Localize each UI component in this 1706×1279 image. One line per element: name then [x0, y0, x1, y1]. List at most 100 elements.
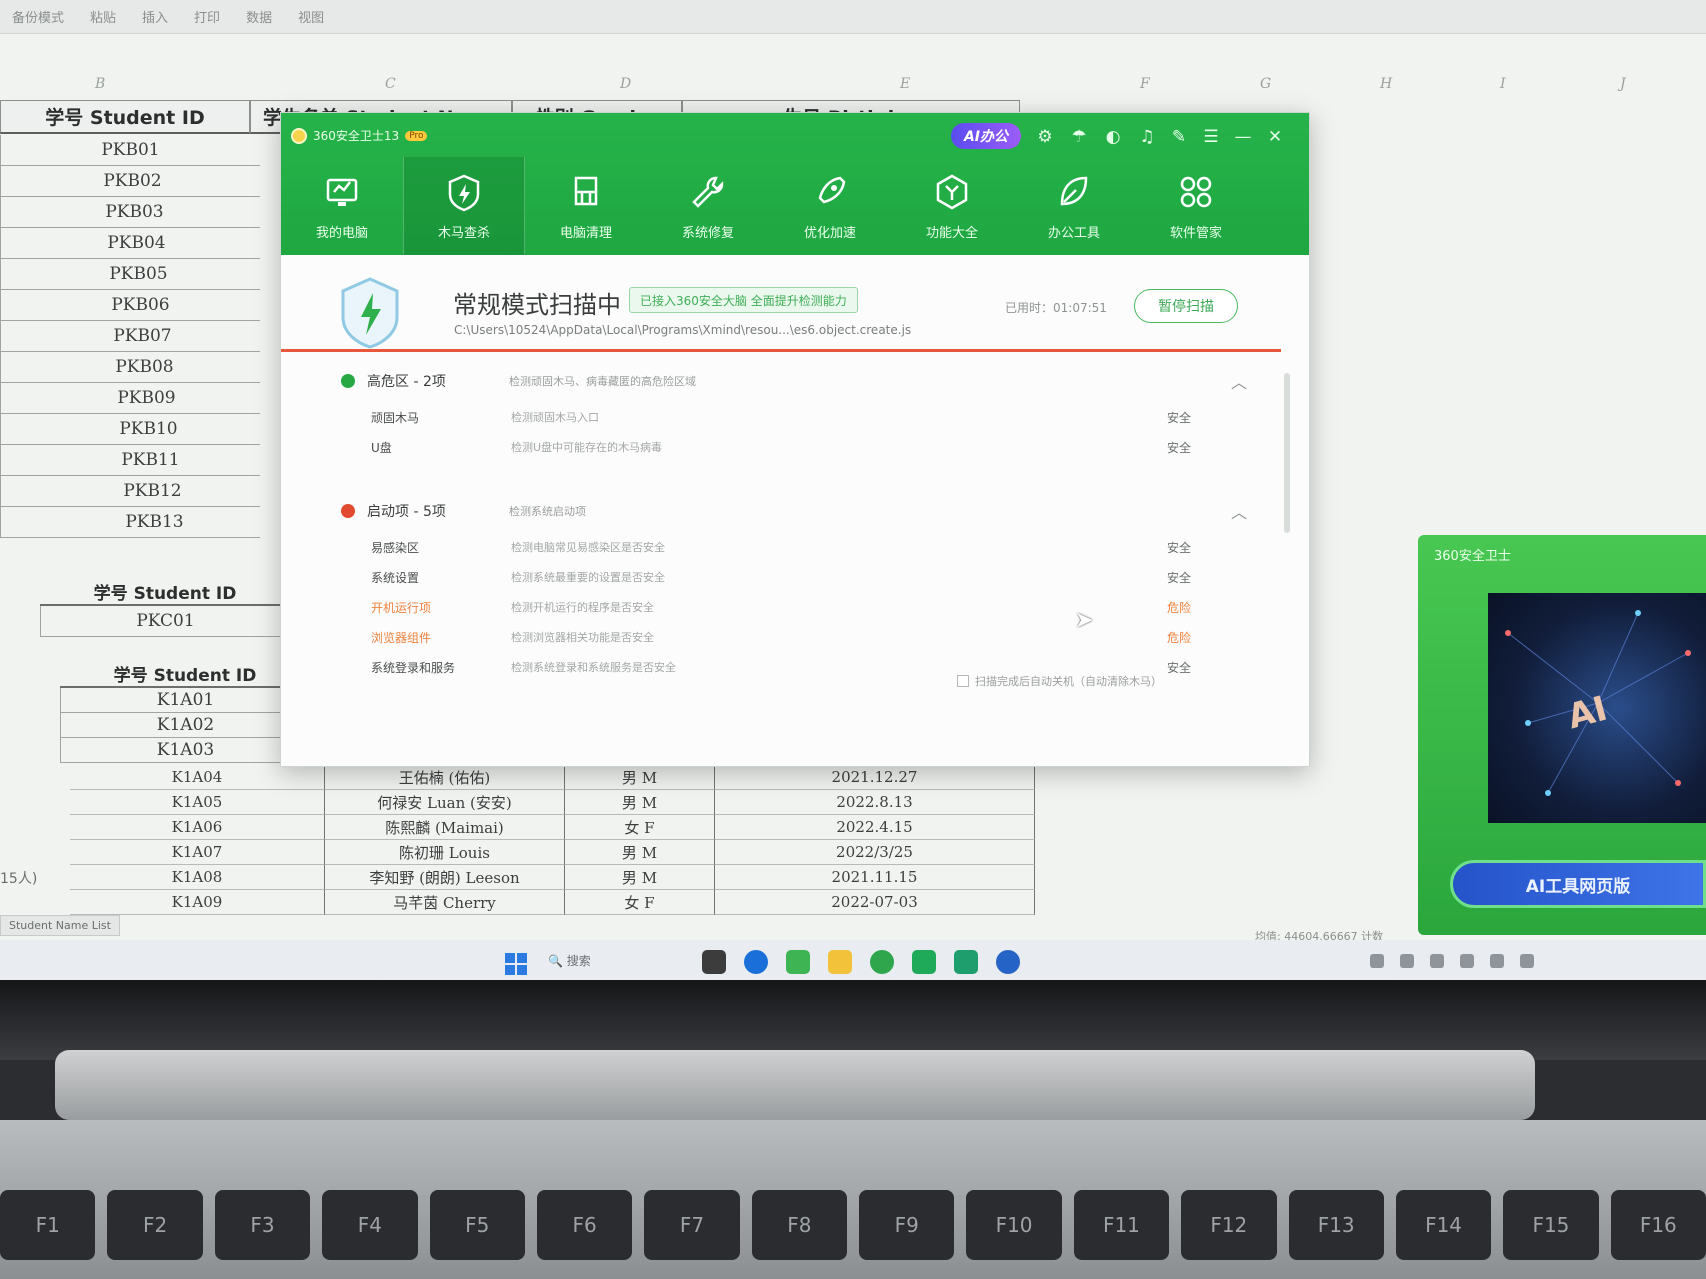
student-id-cell[interactable]: PKB05	[0, 259, 260, 290]
function-key[interactable]: F10	[966, 1190, 1062, 1260]
pkc-header[interactable]: 学号 Student ID	[40, 578, 290, 606]
header-student-id[interactable]: 学号 Student ID	[0, 100, 250, 134]
student-id-cell[interactable]: PKB07	[0, 321, 260, 352]
folder-icon[interactable]	[828, 950, 852, 974]
function-key[interactable]: F8	[751, 1190, 847, 1260]
function-key[interactable]: F13	[1288, 1190, 1384, 1260]
notification-icon[interactable]: ♫	[1135, 125, 1159, 149]
chevron-up-icon[interactable]: ︿	[1231, 499, 1247, 523]
student-id-cell[interactable]: K1A02	[60, 713, 310, 738]
cell-birthday[interactable]: 2022/3/25	[715, 840, 1035, 865]
toolbar-item[interactable]: 打印	[194, 7, 220, 26]
function-key[interactable]: F3	[214, 1190, 311, 1260]
function-key[interactable]: F12	[1181, 1190, 1277, 1260]
wechat-icon[interactable]	[912, 950, 936, 974]
cell-birthday[interactable]: 2022.4.15	[715, 815, 1035, 840]
nav-item-2[interactable]: 电脑清理	[525, 157, 647, 255]
student-id-cell[interactable]: PKB02	[0, 166, 260, 197]
cell-name[interactable]: 陈初珊 Louis	[325, 840, 565, 865]
function-key[interactable]: F14	[1395, 1190, 1492, 1260]
minimize-icon[interactable]: —	[1231, 125, 1255, 149]
student-id-cell[interactable]: PKB10	[0, 414, 260, 445]
function-key[interactable]: F6	[536, 1190, 633, 1260]
function-key[interactable]: F15	[1503, 1190, 1599, 1260]
column-letter[interactable]: F	[1140, 76, 1150, 92]
student-id-cell[interactable]: PKB03	[0, 197, 260, 228]
settings-icon[interactable]: ⚙	[1033, 125, 1057, 149]
cell-name[interactable]: 陈熙麟 (Maimai)	[325, 815, 565, 840]
student-id-cell[interactable]: K1A01	[60, 688, 310, 713]
cell-gender[interactable]: 女 F	[565, 815, 715, 840]
cell-name[interactable]: 李知野 (朗朗) Leeson	[325, 865, 565, 890]
menu-icon[interactable]: ☰	[1199, 125, 1223, 149]
nav-item-7[interactable]: 软件管家	[1135, 157, 1257, 255]
pause-scan-button[interactable]: 暂停扫描	[1134, 289, 1238, 323]
auto-shutdown-checkbox[interactable]	[957, 675, 969, 687]
student-id-cell[interactable]: PKB04	[0, 228, 260, 259]
student-id-cell[interactable]: PKB01	[0, 135, 260, 166]
browser-icon[interactable]	[996, 950, 1020, 974]
360-icon[interactable]	[786, 950, 810, 974]
cell-birthday[interactable]: 2021.11.15	[715, 865, 1035, 890]
student-id-cell[interactable]: PKB06	[0, 290, 260, 321]
ai-office-button[interactable]: AI办公	[951, 123, 1021, 149]
function-key[interactable]: F16	[1610, 1190, 1706, 1260]
volume-icon[interactable]	[1520, 954, 1534, 968]
column-letter[interactable]: J	[1620, 76, 1626, 92]
toolbar-item[interactable]: 数据	[246, 7, 272, 26]
scan-group-header[interactable]: 高危区 - 2项 检测顽固木马、病毒藏匿的高危险区域	[341, 371, 696, 391]
tray-icon[interactable]	[1400, 954, 1414, 968]
tray-icon[interactable]	[1370, 954, 1384, 968]
cell-birthday[interactable]: 2022.8.13	[715, 790, 1035, 815]
skin-icon[interactable]: ◐	[1101, 125, 1125, 149]
student-id-cell[interactable]: PKB11	[0, 445, 260, 476]
function-key[interactable]: F2	[107, 1190, 203, 1260]
column-letter[interactable]: E	[900, 76, 910, 92]
nav-item-1[interactable]: 木马查杀	[403, 157, 525, 255]
cell-gender[interactable]: 女 F	[565, 890, 715, 915]
close-icon[interactable]: ✕	[1263, 125, 1287, 149]
student-id-cell[interactable]: PKB13	[0, 507, 260, 538]
toolbar-item[interactable]: 视图	[298, 7, 324, 26]
column-letter[interactable]: B	[95, 76, 105, 92]
toolbar-item[interactable]: 插入	[142, 7, 168, 26]
remote-desktop-icon[interactable]	[954, 950, 978, 974]
column-letter[interactable]: D	[620, 76, 631, 92]
k1a-header[interactable]: 学号 Student ID	[60, 660, 310, 688]
cell-id[interactable]: K1A09	[70, 890, 325, 915]
ad-popup[interactable]: 360安全卫士 AI AI工具网页版	[1418, 535, 1706, 935]
cell-id[interactable]: K1A05	[70, 790, 325, 815]
student-id-cell[interactable]: PKC01	[40, 606, 290, 637]
results-scrollbar[interactable]	[1284, 373, 1290, 533]
cell-gender[interactable]: 男 M	[565, 765, 715, 790]
scan-group-header[interactable]: 启动项 - 5项 检测系统启动项	[341, 501, 586, 521]
function-key[interactable]: F5	[429, 1190, 525, 1260]
nav-item-5[interactable]: 功能大全	[891, 157, 1013, 255]
cell-id[interactable]: K1A04	[70, 765, 325, 790]
umbrella-icon[interactable]: ☂	[1067, 125, 1091, 149]
toolbar-item[interactable]: 粘贴	[90, 7, 116, 26]
cell-name[interactable]: 马芊茵 Cherry	[325, 890, 565, 915]
nav-item-3[interactable]: 系统修复	[647, 157, 769, 255]
cell-birthday[interactable]: 2021.12.27	[715, 765, 1035, 790]
function-key[interactable]: F9	[859, 1190, 955, 1260]
tray-icon[interactable]	[1460, 954, 1474, 968]
cell-id[interactable]: K1A08	[70, 865, 325, 890]
cell-name[interactable]: 何禄安 Luan (安安)	[325, 790, 565, 815]
cell-gender[interactable]: 男 M	[565, 840, 715, 865]
nav-item-6[interactable]: 办公工具	[1013, 157, 1135, 255]
student-id-cell[interactable]: PKB08	[0, 352, 260, 383]
student-id-cell[interactable]: PKB12	[0, 476, 260, 507]
function-key[interactable]: F4	[322, 1190, 418, 1260]
student-id-cell[interactable]: K1A03	[60, 738, 310, 763]
cell-gender[interactable]: 男 M	[565, 865, 715, 890]
360-security-icon[interactable]	[870, 950, 894, 974]
windows-start-icon[interactable]	[505, 953, 527, 975]
feedback-icon[interactable]: ✎	[1167, 125, 1191, 149]
tray-icon[interactable]	[1430, 954, 1444, 968]
student-id-cell[interactable]: PKB09	[0, 383, 260, 414]
app-taskbar-icon[interactable]	[702, 950, 726, 974]
ad-web-tools-button[interactable]: AI工具网页版	[1450, 860, 1706, 908]
taskbar-search[interactable]: 🔍 搜索	[548, 952, 591, 969]
wifi-icon[interactable]	[1490, 954, 1504, 968]
